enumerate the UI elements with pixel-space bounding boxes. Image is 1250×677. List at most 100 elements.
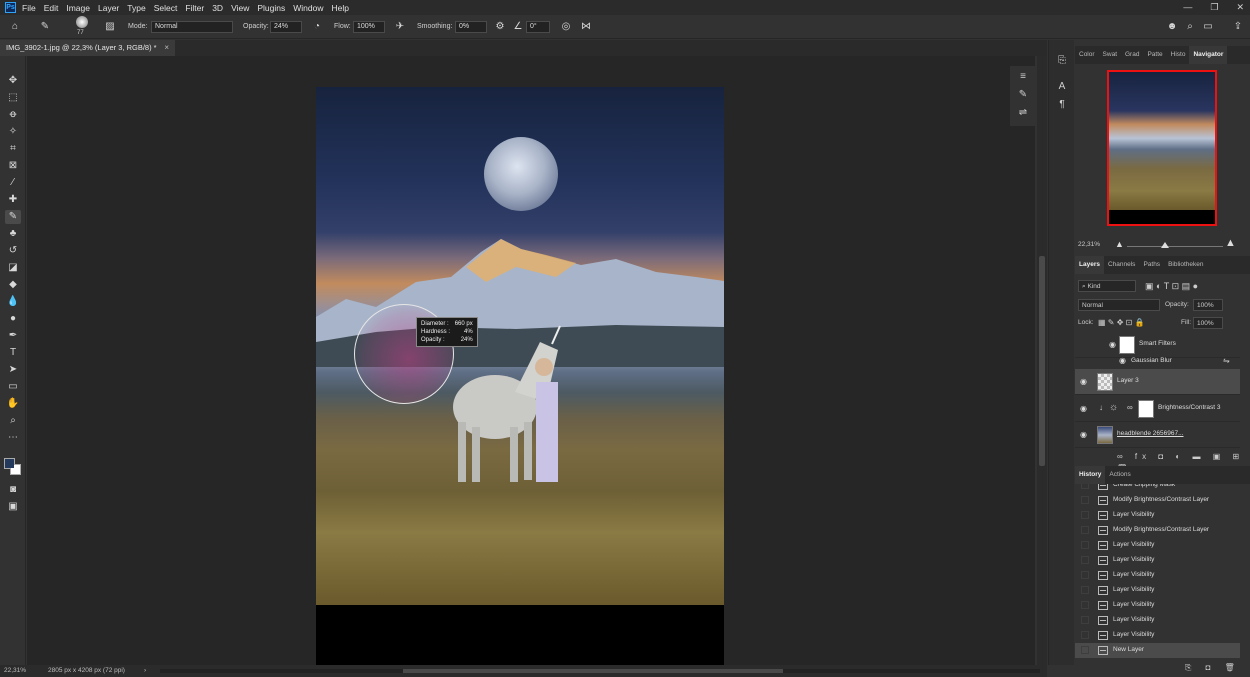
close-window-button[interactable]: ✕	[1236, 0, 1244, 14]
history-checkbox[interactable]	[1081, 571, 1089, 579]
menu-image[interactable]: Image	[66, 3, 90, 13]
layer-row[interactable]: ◉ Gaussian Blur ⇋	[1075, 354, 1240, 370]
history-item[interactable]: Modify Brightness/Contrast Layer	[1075, 493, 1240, 508]
history-item[interactable]: Layer Visibility	[1075, 583, 1240, 598]
user-icon[interactable]: ☻	[1166, 21, 1178, 33]
fill-field[interactable]: 100%	[1193, 317, 1223, 329]
tab-layers[interactable]: Layers	[1075, 256, 1104, 274]
pressure-size-icon[interactable]: ◎	[560, 21, 572, 33]
healing-tool-icon[interactable]: ✚	[5, 193, 21, 207]
menu-edit[interactable]: Edit	[44, 3, 59, 13]
history-checkbox[interactable]	[1081, 616, 1089, 624]
airbrush-icon[interactable]: ✈	[394, 21, 406, 33]
move-tool-icon[interactable]: ✥	[5, 74, 21, 88]
navigator-preview[interactable]	[1107, 70, 1217, 226]
screen-mode-icon[interactable]: ▣	[5, 500, 21, 514]
eye-icon[interactable]: ◉	[1080, 430, 1087, 439]
history-item[interactable]: Layer Visibility	[1075, 508, 1240, 523]
brush-tool-icon[interactable]: ✎	[38, 21, 52, 33]
properties-icon[interactable]: ⇌	[1015, 106, 1031, 120]
status-zoom[interactable]: 22,31%	[4, 665, 26, 677]
pen-tool-icon[interactable]: ✒	[5, 329, 21, 343]
layer-row-selected[interactable]: ◉ Layer 3	[1075, 369, 1240, 395]
zoom-out-icon[interactable]: ▲	[1115, 239, 1124, 249]
clone-stamp-tool-icon[interactable]: ♣	[5, 227, 21, 241]
paragraph-icon[interactable]: ¶	[1054, 98, 1070, 112]
brush-settings-icon[interactable]: ▨	[104, 21, 116, 33]
type-tool-icon[interactable]: T	[5, 346, 21, 360]
eraser-tool-icon[interactable]: ◪	[5, 261, 21, 275]
filter-options-icon[interactable]: ⇋	[1223, 356, 1230, 365]
document-tab[interactable]: IMG_3902-1.jpg @ 22,3% (Layer 3, RGB/8) …	[0, 40, 175, 56]
flow-field[interactable]: 100%	[353, 21, 385, 33]
history-item[interactable]: Layer Visibility	[1075, 613, 1240, 628]
marquee-tool-icon[interactable]: ⬚	[5, 91, 21, 105]
smoothing-field[interactable]: 0%	[455, 21, 487, 33]
history-item[interactable]: Create Clipping Mask	[1075, 484, 1240, 493]
history-checkbox[interactable]	[1081, 496, 1089, 504]
hand-tool-icon[interactable]: ✋	[5, 397, 21, 411]
minimize-button[interactable]: —	[1183, 0, 1192, 14]
search-icon[interactable]: ⌕	[1184, 21, 1196, 33]
tab-actions[interactable]: Actions	[1105, 466, 1134, 484]
history-item[interactable]: Layer Visibility	[1075, 553, 1240, 568]
tab-patterns[interactable]: Patte	[1143, 46, 1166, 64]
history-checkbox[interactable]	[1081, 526, 1089, 534]
quick-select-tool-icon[interactable]: ✧	[5, 125, 21, 139]
layer-row[interactable]: ◉ headblende 2656967...	[1075, 422, 1240, 448]
gear-icon[interactable]: ⚙	[494, 21, 506, 33]
menu-plugins[interactable]: Plugins	[257, 3, 285, 13]
pressure-opacity-icon[interactable]: ◔	[311, 21, 323, 33]
eyedropper-tool-icon[interactable]: ⁄	[5, 176, 21, 190]
history-item[interactable]: New Layer	[1075, 643, 1240, 658]
angle-field[interactable]: 0°	[526, 21, 550, 33]
menu-view[interactable]: View	[231, 3, 249, 13]
history-item[interactable]: Layer Visibility	[1075, 598, 1240, 613]
history-item[interactable]: Layer Visibility	[1075, 568, 1240, 583]
history-brush-tool-icon[interactable]: ↺	[5, 244, 21, 258]
menu-select[interactable]: Select	[154, 3, 178, 13]
tab-gradients[interactable]: Grad	[1121, 46, 1143, 64]
zoom-slider[interactable]	[1127, 246, 1223, 247]
symmetry-icon[interactable]: ⋈	[580, 21, 592, 33]
scroll-thumb[interactable]	[1039, 256, 1045, 466]
tab-paths[interactable]: Paths	[1139, 256, 1164, 274]
zoom-tool-icon[interactable]: ⌕	[5, 414, 21, 428]
status-arrow-icon[interactable]: ›	[144, 665, 146, 677]
history-checkbox[interactable]	[1081, 646, 1089, 654]
menu-3d[interactable]: 3D	[212, 3, 223, 13]
workspace-icon[interactable]: ▭	[1202, 21, 1214, 33]
libraries-icon[interactable]: ⎘	[1054, 54, 1070, 68]
history-item[interactable]: Modify Brightness/Contrast Layer	[1075, 523, 1240, 538]
menu-type[interactable]: Type	[127, 3, 145, 13]
eye-icon[interactable]: ◉	[1080, 404, 1087, 413]
character-icon[interactable]: A	[1054, 80, 1070, 94]
share-icon[interactable]: ⇪	[1232, 21, 1244, 33]
layer-opacity-field[interactable]: 100%	[1193, 299, 1223, 311]
menu-help[interactable]: Help	[331, 3, 348, 13]
tab-bibliotheken[interactable]: Bibliotheken	[1164, 256, 1207, 274]
history-checkbox[interactable]	[1081, 484, 1089, 489]
eye-icon[interactable]: ◉	[1119, 356, 1126, 365]
vertical-scrollbar[interactable]	[1037, 56, 1047, 665]
history-item[interactable]: Layer Visibility	[1075, 538, 1240, 553]
history-checkbox[interactable]	[1081, 601, 1089, 609]
lasso-tool-icon[interactable]: ꝋ	[5, 108, 21, 122]
horizontal-scrollbar[interactable]	[160, 669, 1040, 673]
tab-swatches[interactable]: Swat	[1099, 46, 1121, 64]
brush-panel-icon[interactable]: ✎	[1015, 88, 1031, 102]
menu-layer[interactable]: Layer	[98, 3, 119, 13]
blur-tool-icon[interactable]: 💧	[5, 295, 21, 309]
history-item[interactable]: Layer Visibility	[1075, 628, 1240, 643]
path-select-tool-icon[interactable]: ➤	[5, 363, 21, 377]
layer-filter-icons[interactable]: ▣ ◐ T ⊡ ▤ ●	[1145, 280, 1198, 292]
blend-mode-select[interactable]: Normal	[1078, 299, 1160, 311]
history-checkbox[interactable]	[1081, 586, 1089, 594]
opacity-field[interactable]: 24%	[270, 21, 302, 33]
menu-file[interactable]: File	[22, 3, 36, 13]
layer-actions[interactable]: ∞ fx ◘ ◐ ▬ ▣ ⊞ 🗑	[1117, 451, 1250, 473]
close-tab-icon[interactable]: ×	[164, 40, 169, 56]
horizontal-scroll-thumb[interactable]	[403, 669, 783, 673]
canvas-area[interactable]: Diameter : 660 px Hardness : 4% Opacity : 2…	[27, 56, 1035, 665]
crop-tool-icon[interactable]: ⌗	[5, 142, 21, 156]
